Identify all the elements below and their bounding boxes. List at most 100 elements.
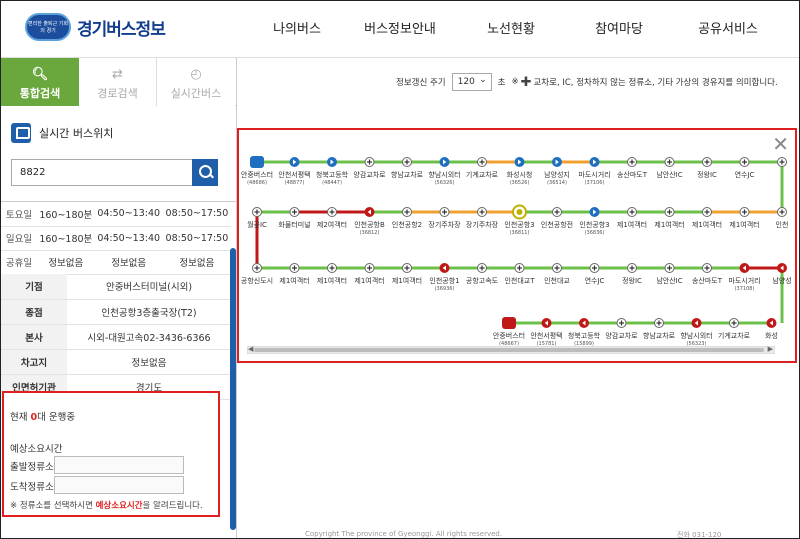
stop-label: 향남시외터 bbox=[680, 331, 712, 340]
stop-label: 제1여객터 bbox=[729, 220, 759, 229]
nav-route-status[interactable]: 노선현황 bbox=[455, 1, 567, 58]
departure-stop-field[interactable] bbox=[54, 456, 184, 474]
info-key: 기점 bbox=[1, 274, 67, 300]
stop-label: 안천서평택 bbox=[278, 170, 310, 179]
stop-label: 화성시청 bbox=[507, 170, 533, 179]
update-unit: 초 bbox=[497, 78, 506, 88]
scroll-right-icon[interactable]: ▶ bbox=[768, 345, 773, 353]
schedule-day: 공휴일 bbox=[1, 250, 37, 275]
stop-label: 화성 bbox=[765, 331, 778, 340]
update-info-bar: 정보갱신 주기 120 초 ※ ✚ 교차로, IC, 정차하지 않는 정류소, … bbox=[396, 72, 778, 91]
tab-label: 실시간버스 bbox=[170, 87, 222, 100]
stop-label: 인천대교 bbox=[544, 276, 570, 285]
table-row: 본사 시외-대원고속02-3436-6366 bbox=[1, 324, 231, 350]
schedule-last: 정보없음 bbox=[162, 250, 231, 275]
stop-label: 송산마도T bbox=[692, 276, 723, 285]
stop-label: 장기주차장 bbox=[466, 220, 499, 229]
nav-my-bus[interactable]: 나의버스 bbox=[249, 1, 345, 58]
info-value: 정보없음 bbox=[67, 349, 231, 375]
stop-id: (37108) bbox=[735, 286, 755, 292]
footer: Copyright The province of Gyeonggi. All … bbox=[237, 526, 797, 538]
stop-label: 청북고등학 bbox=[568, 331, 601, 340]
stop-id: (36811) bbox=[510, 230, 530, 236]
stop-label: 장기주차장 bbox=[428, 220, 461, 229]
logo-badge: 편리한 출퇴근 기회의 경기 bbox=[25, 13, 71, 41]
schedule-last: 08:50~17:50 bbox=[162, 202, 231, 227]
stop-label: 인천공항2 bbox=[392, 220, 422, 229]
stop-label: 제1여객터 bbox=[617, 220, 647, 229]
eta-note-b: 을 알려드립니다. bbox=[142, 501, 203, 511]
search-icon: 🔍︎ bbox=[31, 67, 49, 82]
realtime-title: 실시간 버스위치 bbox=[11, 123, 113, 143]
page-frame: 편리한 출퇴근 기회의 경기 경기버스정보 나의버스 버스정보안내 노선현황 참… bbox=[0, 0, 800, 539]
nav-bus-info[interactable]: 버스정보안내 bbox=[345, 1, 455, 58]
stop-label: 양감교차로 bbox=[605, 331, 638, 340]
search-button[interactable] bbox=[192, 159, 218, 186]
route-diagram: 안중버스터(48686)안천서평택(48877)청북고등학(48447)양감교차… bbox=[241, 156, 792, 347]
stop-label: 남양성지 bbox=[544, 170, 570, 179]
tab-realtime-bus[interactable]: ◴ 실시간버스 bbox=[157, 58, 235, 106]
plus-icon: ✚ bbox=[520, 74, 532, 90]
stop-label: 제1여객터 bbox=[354, 276, 384, 285]
stop-label: 공항고속도 bbox=[466, 276, 499, 285]
left-panel: 🔍︎ 통합검색 ⇄ 경로검색 ◴ 실시간버스 실시간 버스위치 8822 토요일… bbox=[1, 58, 237, 538]
stop-label: 마도시거리 bbox=[728, 276, 760, 285]
stop-label: 인천대교T bbox=[504, 276, 535, 285]
stop-id: (36936) bbox=[435, 286, 455, 292]
stop-label: 기계교차로 bbox=[466, 170, 499, 179]
stop-label: 인천공항3 bbox=[579, 220, 609, 229]
bus-icon bbox=[11, 123, 31, 143]
info-value: 안중버스터미널(시외) bbox=[67, 274, 231, 300]
eta-title: 예상소요시간 bbox=[10, 444, 63, 455]
terminal-bus-icon bbox=[250, 156, 264, 168]
operating-suffix: 대 운행중 bbox=[37, 412, 76, 423]
scroll-thumb[interactable] bbox=[254, 348, 764, 352]
tab-route-search[interactable]: ⇄ 경로검색 bbox=[79, 58, 157, 106]
stop-label: 마도시거리 bbox=[578, 170, 610, 179]
stop-label: 송산마도T bbox=[617, 170, 648, 179]
schedule-interval: 160~180분 bbox=[37, 202, 95, 227]
stop-label: 남양성 bbox=[772, 276, 791, 285]
close-icon[interactable]: ✕ bbox=[772, 132, 789, 156]
realtime-title-text: 실시간 버스위치 bbox=[39, 127, 114, 140]
stop-label: 인천공항3 bbox=[504, 220, 534, 229]
eta-note-highlight: 예상소요시간 bbox=[95, 501, 143, 511]
departure-label: 출발정류소 bbox=[10, 462, 54, 473]
table-row: 기점 안중버스터미널(시외) bbox=[1, 274, 231, 300]
stop-label: 연수JC bbox=[735, 171, 755, 179]
route-search-input[interactable]: 8822 bbox=[11, 159, 193, 186]
tab-label: 경로검색 bbox=[97, 87, 138, 100]
arrival-label: 도착정류소 bbox=[10, 482, 54, 493]
nav-participation[interactable]: 참여마당 bbox=[567, 1, 671, 58]
stop-label: 향남교차로 bbox=[643, 331, 676, 340]
info-key: 종점 bbox=[1, 299, 67, 325]
stop-id: (48447) bbox=[322, 180, 342, 186]
site-logo[interactable]: 편리한 출퇴근 기회의 경기 경기버스정보 bbox=[25, 13, 166, 41]
schedule-first: 04:50~13:40 bbox=[94, 226, 163, 251]
tab-integrated-search[interactable]: 🔍︎ 통합검색 bbox=[1, 58, 79, 106]
info-value: 시외-대원고속02-3436-6366 bbox=[67, 324, 231, 350]
stop-label: 인천공항1 bbox=[429, 276, 459, 285]
scroll-left-icon[interactable]: ◀ bbox=[248, 345, 253, 353]
stop-label: 남안산IC bbox=[656, 170, 682, 179]
route-info-table: 기점 안중버스터미널(시외) 종점 인천공항3층출국장(T2) 본사 시외-대원고속0… bbox=[1, 274, 231, 400]
update-interval-select[interactable]: 120 bbox=[451, 72, 492, 91]
stop-label: 향남교차로 bbox=[391, 170, 424, 179]
stop-label: 제1여객터 bbox=[392, 276, 422, 285]
schedule-first: 04:50~13:40 bbox=[94, 202, 163, 227]
arrival-stop-field[interactable] bbox=[54, 476, 184, 494]
copyright-text: Copyright The province of Gyeonggi. All … bbox=[305, 530, 503, 538]
global-nav: 나의버스 버스정보안내 노선현황 참여마당 공유서비스 bbox=[249, 1, 785, 58]
schedule-interval: 160~180분 bbox=[37, 226, 95, 251]
panel-scrollbar[interactable] bbox=[230, 248, 236, 530]
search-tabs: 🔍︎ 통합검색 ⇄ 경로검색 ◴ 실시간버스 bbox=[1, 58, 236, 106]
nav-share-service[interactable]: 공유서비스 bbox=[671, 1, 785, 58]
table-row: 공휴일 정보없음 정보없음 정보없음 bbox=[1, 250, 231, 275]
stop-id: (36836) bbox=[585, 230, 605, 236]
table-row: 종점 인천공항3층출국장(T2) bbox=[1, 299, 231, 325]
info-key: 본사 bbox=[1, 324, 67, 350]
table-row: 차고지 정보없음 bbox=[1, 349, 231, 375]
note-prefix: ※ bbox=[511, 77, 519, 87]
map-horizontal-scrollbar[interactable]: ◀ ▶ bbox=[247, 345, 775, 354]
schedule-first: 정보없음 bbox=[94, 250, 163, 275]
